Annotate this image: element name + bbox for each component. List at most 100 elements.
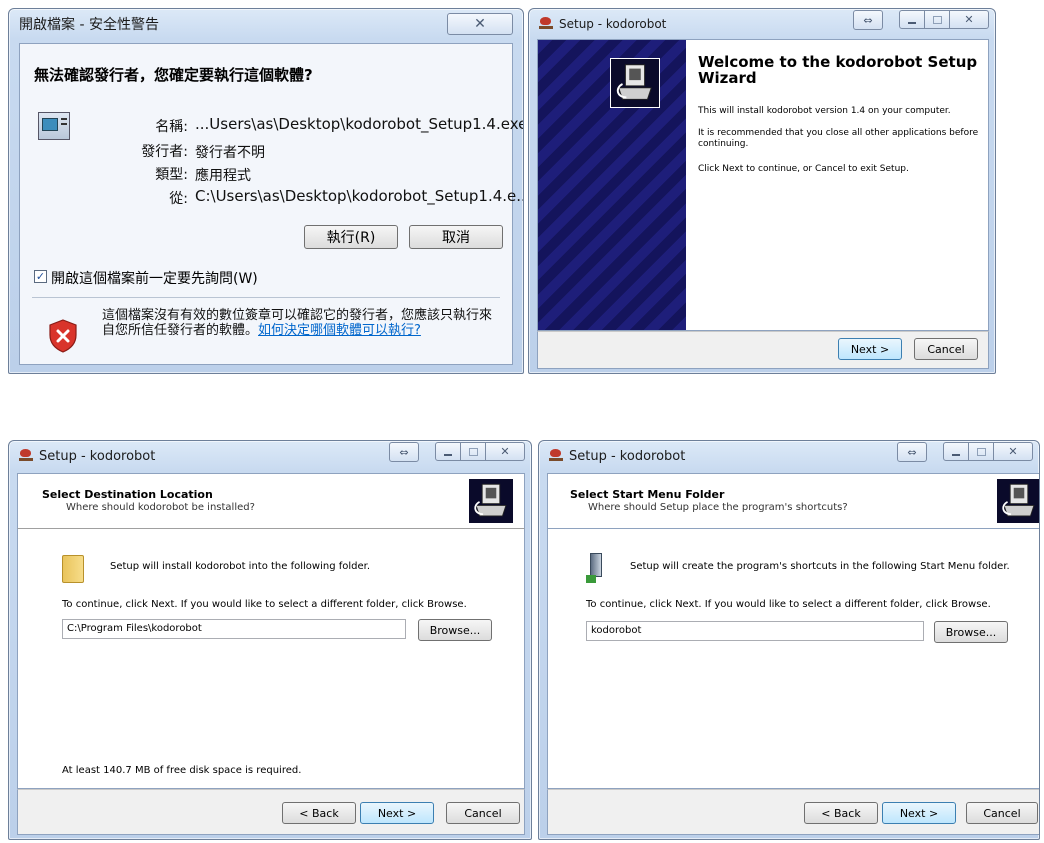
install-line: Setup will install kodorobot into the fo…	[110, 561, 371, 572]
maximize-icon	[468, 447, 478, 456]
close-icon: ✕	[474, 16, 486, 32]
maximize-icon	[976, 447, 986, 456]
destination-path-input[interactable]: C:\Program Files\kodorobot	[62, 619, 406, 639]
welcome-heading: Welcome to the kodorobot Setup Wizard	[698, 53, 978, 87]
back-button[interactable]: < Back	[804, 802, 878, 824]
cancel-button[interactable]: Cancel	[966, 802, 1038, 824]
name-value: ...Users\as\Desktop\kodorobot_Setup1.4.e…	[195, 115, 524, 133]
welcome-line-3: Click Next to continue, or Cancel to exi…	[698, 164, 909, 174]
next-button[interactable]: Next >	[838, 338, 902, 360]
welcome-content: Welcome to the kodorobot Setup Wizard Th…	[537, 39, 989, 331]
destination-content: Setup will install kodorobot into the fo…	[17, 529, 525, 789]
close-icon: ✕	[964, 13, 974, 26]
security-warning-window: 開啟檔案 - 安全性警告 ✕ 無法確認發行者，您確定要執行這個軟體? 名稱: .…	[8, 8, 524, 374]
page-subheading: Where should Setup place the program's s…	[588, 502, 848, 513]
minimize-button[interactable]	[899, 10, 925, 29]
security-question: 無法確認發行者，您確定要執行這個軟體?	[34, 66, 313, 84]
arrows-icon: ⇔	[907, 445, 917, 459]
security-content: 無法確認發行者，您確定要執行這個軟體? 名稱: ...Users\as\Desk…	[19, 43, 523, 365]
destination-header: Select Destination Location Where should…	[17, 473, 525, 529]
from-label: 從:	[169, 191, 188, 207]
window-title: Setup - kodorobot	[569, 448, 686, 464]
cancel-button[interactable]: Cancel	[446, 802, 520, 824]
resize-button[interactable]: ⇔	[389, 442, 419, 462]
instructions: To continue, click Next. If you would li…	[62, 599, 467, 610]
setup-logo	[468, 478, 514, 524]
ask-checkbox-label[interactable]: 開啟這個檔案前一定要先詢問(W)	[51, 268, 258, 288]
startmenu-folder-input[interactable]: kodorobot	[586, 621, 924, 641]
divider	[32, 297, 500, 298]
welcome-line-2: It is recommended that you close all oth…	[698, 128, 979, 149]
maximize-button[interactable]	[968, 442, 994, 461]
minimize-button[interactable]	[435, 442, 461, 461]
close-button[interactable]: ✕	[485, 442, 525, 461]
disk-space-text: At least 140.7 MB of free disk space is …	[62, 765, 302, 776]
run-button[interactable]: 執行(R)	[304, 225, 398, 249]
publisher-value: 發行者不明	[195, 145, 265, 161]
close-button[interactable]: ✕	[949, 10, 989, 29]
next-button[interactable]: Next >	[360, 802, 434, 824]
destination-footer: < Back Next > Cancel	[17, 789, 525, 835]
maximize-button[interactable]	[460, 442, 486, 461]
instructions: To continue, click Next. If you would li…	[586, 599, 991, 610]
folder-icon	[62, 555, 84, 583]
page-heading: Select Start Menu Folder	[570, 488, 725, 501]
arrows-icon: ⇔	[863, 13, 873, 27]
startmenu-window: Setup - kodorobot ⇔ ✕ Select Start Menu …	[538, 440, 1040, 840]
setup-logo	[996, 478, 1039, 524]
close-button[interactable]: ✕	[447, 13, 513, 35]
wizard-sidebar	[538, 40, 686, 330]
window-title: Setup - kodorobot	[559, 17, 667, 31]
close-icon: ✕	[1008, 445, 1018, 458]
startmenu-footer: < Back Next > Cancel	[547, 789, 1039, 835]
startmenu-content: Setup will create the program's shortcut…	[547, 529, 1039, 789]
setup-app-icon	[19, 449, 33, 463]
name-label: 名稱:	[155, 119, 188, 135]
back-button[interactable]: < Back	[282, 802, 356, 824]
startmenu-titlebar[interactable]: Setup - kodorobot ⇔ ✕	[539, 441, 1039, 471]
cancel-button[interactable]: Cancel	[914, 338, 978, 360]
setup-logo	[610, 58, 660, 108]
program-group-icon	[586, 553, 606, 583]
browse-button[interactable]: Browse...	[418, 619, 492, 641]
welcome-titlebar[interactable]: Setup - kodorobot ⇔ ✕	[529, 9, 995, 39]
close-icon: ✕	[500, 445, 510, 458]
type-value: 應用程式	[195, 168, 251, 184]
browse-button[interactable]: Browse...	[934, 621, 1008, 643]
minimize-icon	[908, 21, 916, 24]
resize-button[interactable]: ⇔	[897, 442, 927, 462]
startmenu-header: Select Start Menu Folder Where should Se…	[547, 473, 1039, 529]
cancel-button[interactable]: 取消	[409, 225, 503, 249]
minimize-icon	[444, 453, 452, 456]
arrows-icon: ⇔	[399, 445, 409, 459]
destination-window: Setup - kodorobot ⇔ ✕ Select Destination…	[8, 440, 532, 840]
ask-checkbox[interactable]: ✓	[34, 270, 47, 283]
type-label: 類型:	[155, 167, 188, 183]
setup-app-icon	[539, 17, 553, 31]
application-icon	[38, 112, 70, 140]
close-button[interactable]: ✕	[993, 442, 1033, 461]
warning-text: 這個檔案沒有有效的數位簽章可以確認它的發行者，您應該只執行來自您所信任發行者的軟…	[102, 308, 500, 338]
page-subheading: Where should kodorobot be installed?	[66, 502, 255, 513]
create-line: Setup will create the program's shortcut…	[630, 561, 1010, 572]
welcome-line-1: This will install kodorobot version 1.4 …	[698, 106, 951, 116]
welcome-footer: Next > Cancel	[537, 331, 989, 369]
minimize-button[interactable]	[943, 442, 969, 461]
destination-titlebar[interactable]: Setup - kodorobot ⇔ ✕	[9, 441, 531, 471]
maximize-icon	[932, 15, 942, 24]
maximize-button[interactable]	[924, 10, 950, 29]
setup-app-icon	[549, 449, 563, 463]
window-title: 開啟檔案 - 安全性警告	[19, 17, 159, 33]
help-link[interactable]: 如何決定哪個軟體可以執行?	[258, 323, 421, 338]
security-titlebar[interactable]: 開啟檔案 - 安全性警告 ✕	[9, 9, 523, 39]
from-value: C:\Users\as\Desktop\kodorobot_Setup1.4.e…	[195, 187, 524, 205]
publisher-label: 發行者:	[141, 144, 188, 160]
page-heading: Select Destination Location	[42, 488, 213, 501]
next-button[interactable]: Next >	[882, 802, 956, 824]
resize-button[interactable]: ⇔	[853, 10, 883, 30]
checkmark-icon: ✓	[35, 270, 46, 283]
shield-icon	[48, 319, 78, 353]
welcome-window: Setup - kodorobot ⇔ ✕ Welcome to the kod…	[528, 8, 996, 374]
minimize-icon	[952, 453, 960, 456]
window-title: Setup - kodorobot	[39, 448, 156, 464]
